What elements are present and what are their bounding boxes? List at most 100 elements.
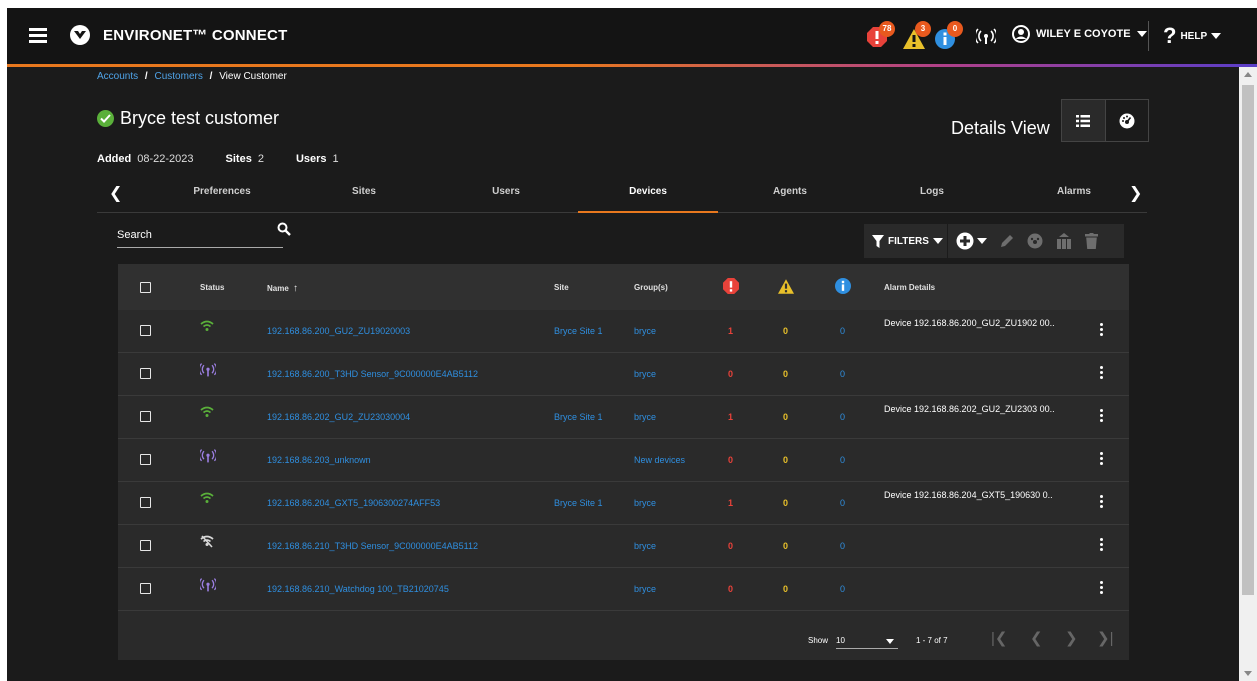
- arrow-up-icon: ↑: [293, 283, 299, 294]
- device-name-link[interactable]: 192.168.86.202_GU2_ZU23030004: [267, 412, 410, 422]
- add-device-button[interactable]: [956, 232, 987, 250]
- tab-users[interactable]: Users: [492, 186, 520, 197]
- search-icon[interactable]: [277, 222, 291, 236]
- warning-count: 0: [783, 369, 789, 379]
- device-name-link[interactable]: 192.168.86.200_T3HD Sensor_9C000000E4AB5…: [267, 369, 478, 379]
- more-vertical-icon[interactable]: [1100, 452, 1104, 467]
- plus-circle-icon: [956, 232, 974, 250]
- group-link[interactable]: bryce: [634, 412, 656, 422]
- breadcrumb-customers[interactable]: Customers: [154, 71, 202, 82]
- page-size-select[interactable]: 10: [836, 636, 898, 649]
- group-link[interactable]: bryce: [634, 498, 656, 508]
- alarm-details: Device 192.168.86.202_GU2_ZU2303 00..: [884, 404, 1055, 414]
- table-row[interactable]: 192.168.86.202_GU2_ZU23030004 Bryce Site …: [118, 396, 1129, 439]
- chevron-down-icon: [1211, 33, 1222, 39]
- device-name-link[interactable]: 192.168.86.203_unknown: [267, 455, 371, 465]
- page-scrollbar[interactable]: [1239, 67, 1257, 681]
- broadcast-icon[interactable]: [976, 28, 996, 44]
- row-checkbox[interactable]: [140, 325, 151, 336]
- column-site[interactable]: Site: [554, 283, 569, 292]
- site-link[interactable]: Bryce Site 1: [554, 326, 603, 336]
- customer-meta: Added 08-22-2023 Sites 2 Users 1: [97, 153, 339, 165]
- tab-logs[interactable]: Logs: [920, 186, 944, 197]
- site-link[interactable]: Bryce Site 1: [554, 498, 603, 508]
- table-row[interactable]: 192.168.86.200_GU2_ZU19020003 Bryce Site …: [118, 310, 1129, 353]
- column-groups[interactable]: Group(s): [634, 283, 668, 292]
- table-row[interactable]: 192.168.86.210_T3HD Sensor_9C000000E4AB5…: [118, 525, 1129, 568]
- group-link[interactable]: bryce: [634, 326, 656, 336]
- device-name-link[interactable]: 192.168.86.210_Watchdog 100_TB21020745: [267, 584, 449, 594]
- row-checkbox[interactable]: [140, 583, 151, 594]
- tab-preferences[interactable]: Preferences: [193, 186, 250, 197]
- more-vertical-icon[interactable]: [1100, 409, 1104, 424]
- column-name[interactable]: Name ↑: [267, 283, 298, 294]
- row-checkbox[interactable]: [140, 540, 151, 551]
- page-title: Bryce test customer: [97, 108, 279, 129]
- table-row[interactable]: 192.168.86.204_GXT5_1906300274AFF53 Bryce…: [118, 482, 1129, 525]
- info-alarms-button[interactable]: 0: [935, 21, 963, 51]
- list-view-button[interactable]: [1062, 100, 1106, 141]
- select-all-checkbox[interactable]: [140, 282, 151, 293]
- info-count: 0: [840, 326, 846, 336]
- delete-button[interactable]: [1084, 233, 1098, 249]
- scroll-thumb[interactable]: [1242, 85, 1254, 595]
- critical-alarms-button[interactable]: 78: [867, 21, 895, 51]
- hamburger-menu-icon[interactable]: [29, 28, 47, 43]
- tab-sites[interactable]: Sites: [352, 186, 376, 197]
- user-menu[interactable]: WILEY E COYOTE: [1012, 25, 1147, 43]
- group-link[interactable]: bryce: [634, 584, 656, 594]
- filters-button[interactable]: FILTERS: [864, 224, 948, 258]
- table-row[interactable]: 192.168.86.203_unknown New devices 0 0 0: [118, 439, 1129, 482]
- warning-icon[interactable]: [778, 279, 794, 294]
- scroll-down-icon[interactable]: [1244, 671, 1252, 676]
- last-page-icon[interactable]: ❯|: [1097, 629, 1113, 647]
- info-count: 0: [840, 412, 846, 422]
- more-vertical-icon[interactable]: [1100, 581, 1104, 596]
- broadcast-icon: [198, 449, 218, 465]
- more-vertical-icon[interactable]: [1100, 538, 1104, 553]
- row-checkbox[interactable]: [140, 368, 151, 379]
- filter-icon: [872, 234, 884, 248]
- tab-devices[interactable]: Devices: [629, 186, 667, 197]
- gauge-icon: [1027, 233, 1043, 249]
- dashboard-button[interactable]: [1027, 233, 1043, 249]
- help-menu[interactable]: ? HELP: [1163, 23, 1222, 49]
- edit-button[interactable]: [999, 233, 1015, 249]
- more-vertical-icon[interactable]: [1100, 495, 1104, 510]
- filters-label: FILTERS: [888, 235, 929, 247]
- table-row[interactable]: 192.168.86.200_T3HD Sensor_9C000000E4AB5…: [118, 353, 1129, 396]
- next-page-icon[interactable]: ❯: [1065, 629, 1078, 647]
- group-link[interactable]: bryce: [634, 369, 656, 379]
- chevron-right-icon[interactable]: ❯: [1129, 183, 1142, 203]
- breadcrumb-accounts[interactable]: Accounts: [97, 71, 138, 82]
- device-name-link[interactable]: 192.168.86.210_T3HD Sensor_9C000000E4AB5…: [267, 541, 478, 551]
- column-status[interactable]: Status: [200, 283, 224, 292]
- first-page-icon[interactable]: |❮: [991, 629, 1007, 647]
- hierarchy-button[interactable]: [1055, 233, 1073, 249]
- device-name-link[interactable]: 192.168.86.200_GU2_ZU19020003: [267, 326, 410, 336]
- row-checkbox[interactable]: [140, 497, 151, 508]
- tab-alarms[interactable]: Alarms: [1057, 186, 1091, 197]
- broadcast-icon: [198, 363, 218, 379]
- row-checkbox[interactable]: [140, 411, 151, 422]
- info-icon[interactable]: [835, 278, 851, 294]
- chevron-left-icon[interactable]: ❮: [109, 183, 122, 203]
- site-link[interactable]: Bryce Site 1: [554, 412, 603, 422]
- dashboard-view-button[interactable]: [1106, 100, 1149, 141]
- scroll-up-icon[interactable]: [1244, 72, 1252, 77]
- more-vertical-icon[interactable]: [1100, 366, 1104, 381]
- table-row[interactable]: 192.168.86.210_Watchdog 100_TB21020745 br…: [118, 568, 1129, 611]
- row-checkbox[interactable]: [140, 454, 151, 465]
- warning-alarms-button[interactable]: 3: [903, 21, 931, 51]
- prev-page-icon[interactable]: ❮: [1030, 629, 1043, 647]
- critical-alarm-icon[interactable]: [723, 278, 739, 294]
- search-input[interactable]: Search: [117, 229, 152, 241]
- critical-count: 1: [728, 498, 734, 508]
- tab-agents[interactable]: Agents: [773, 186, 807, 197]
- column-alarm-details[interactable]: Alarm Details: [884, 283, 935, 292]
- hierarchy-icon: [1056, 233, 1071, 249]
- group-link[interactable]: New devices: [634, 455, 685, 465]
- more-vertical-icon[interactable]: [1100, 323, 1104, 338]
- group-link[interactable]: bryce: [634, 541, 656, 551]
- device-name-link[interactable]: 192.168.86.204_GXT5_1906300274AFF53: [267, 498, 440, 508]
